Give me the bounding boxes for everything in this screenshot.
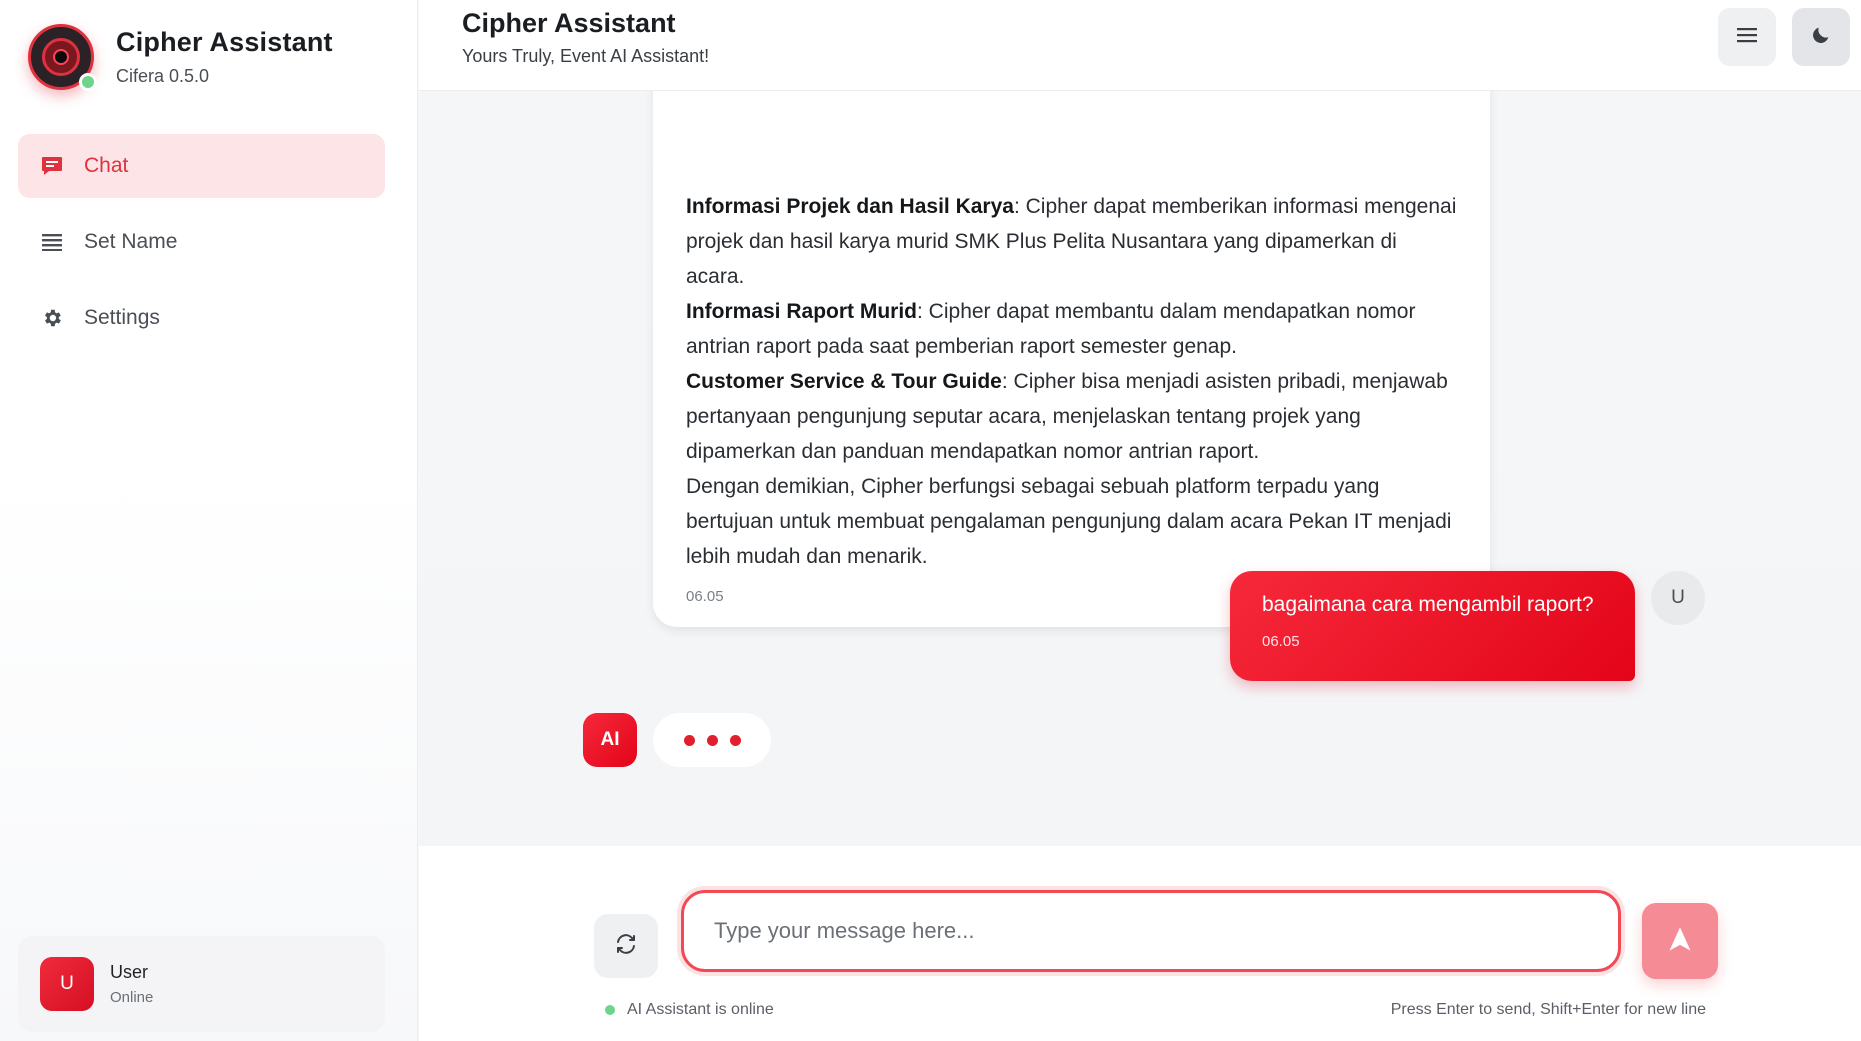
- avatar: U: [40, 957, 94, 1011]
- send-icon: [1666, 925, 1694, 958]
- sidebar-nav: Chat Set Name Settings: [18, 134, 385, 362]
- page-title: Cipher Assistant: [462, 8, 676, 38]
- sidebar-item-settings[interactable]: Settings: [18, 286, 385, 350]
- assistant-status: AI Assistant is online: [605, 1001, 774, 1019]
- brand-title: Cipher Assistant: [116, 27, 333, 57]
- message-paragraph: Dengan demikian, Cipher berfungsi sebaga…: [686, 475, 1452, 568]
- chat-messages: Informasi Projek dan Hasil Karya: Cipher…: [419, 91, 1861, 846]
- message-input[interactable]: [684, 893, 1618, 969]
- refresh-button[interactable]: [594, 914, 658, 978]
- chat-icon: [40, 154, 64, 178]
- message-paragraph: Informasi Projek dan Hasil Karya: Cipher…: [686, 195, 1457, 288]
- message-paragraph: Customer Service & Tour Guide: Cipher bi…: [686, 370, 1448, 463]
- cipher-logo-icon: [28, 24, 97, 91]
- message-timestamp: 06.05: [1262, 633, 1300, 650]
- sidebar-item-label: Set Name: [84, 230, 178, 253]
- assistant-status-text: AI Assistant is online: [627, 1001, 774, 1018]
- message-composer: AI Assistant is online Press Enter to se…: [419, 846, 1861, 1041]
- send-button[interactable]: [1642, 903, 1718, 979]
- message-text: bagaimana cara mengambil raport?: [1262, 593, 1594, 616]
- list-icon: [40, 230, 64, 254]
- brand: Cipher Assistant Cifera 0.5.0: [28, 24, 333, 91]
- gear-icon: [40, 306, 64, 330]
- brand-version: Cifera 0.5.0: [116, 66, 210, 86]
- online-indicator: [605, 1005, 615, 1015]
- user-card[interactable]: U User Online: [18, 936, 385, 1032]
- sidebar: Cipher Assistant Cifera 0.5.0 Chat Set N…: [0, 0, 418, 1041]
- sidebar-item-label: Chat: [84, 154, 129, 177]
- user-status: Online: [110, 989, 154, 1006]
- typing-dot: [683, 734, 695, 746]
- menu-button[interactable]: [1718, 8, 1776, 66]
- user-name: User: [110, 962, 149, 982]
- sidebar-item-set-name[interactable]: Set Name: [18, 210, 385, 274]
- ai-avatar: AI: [583, 713, 637, 767]
- user-message-bubble: bagaimana cara mengambil raport? 06.05: [1230, 571, 1635, 681]
- moon-icon: [1810, 24, 1832, 51]
- ai-message-bubble: Informasi Projek dan Hasil Karya: Cipher…: [653, 91, 1490, 627]
- page-subtitle: Yours Truly, Event AI Assistant!: [462, 46, 710, 66]
- menu-icon: [1737, 27, 1757, 48]
- chat-header: Cipher Assistant Yours Truly, Event AI A…: [419, 0, 1861, 91]
- user-avatar: U: [1651, 571, 1705, 625]
- message-input-wrapper: [681, 890, 1621, 972]
- typing-dot: [706, 734, 718, 746]
- refresh-icon: [614, 932, 638, 961]
- sidebar-item-chat[interactable]: Chat: [18, 134, 385, 198]
- typing-dot: [729, 734, 741, 746]
- sidebar-item-label: Settings: [84, 306, 160, 329]
- typing-indicator: [653, 713, 771, 767]
- keyboard-hint: Press Enter to send, Shift+Enter for new…: [1390, 1001, 1706, 1018]
- online-indicator: [79, 73, 97, 91]
- theme-toggle-button[interactable]: [1792, 8, 1850, 66]
- message-paragraph: Informasi Raport Murid: Cipher dapat mem…: [686, 300, 1416, 358]
